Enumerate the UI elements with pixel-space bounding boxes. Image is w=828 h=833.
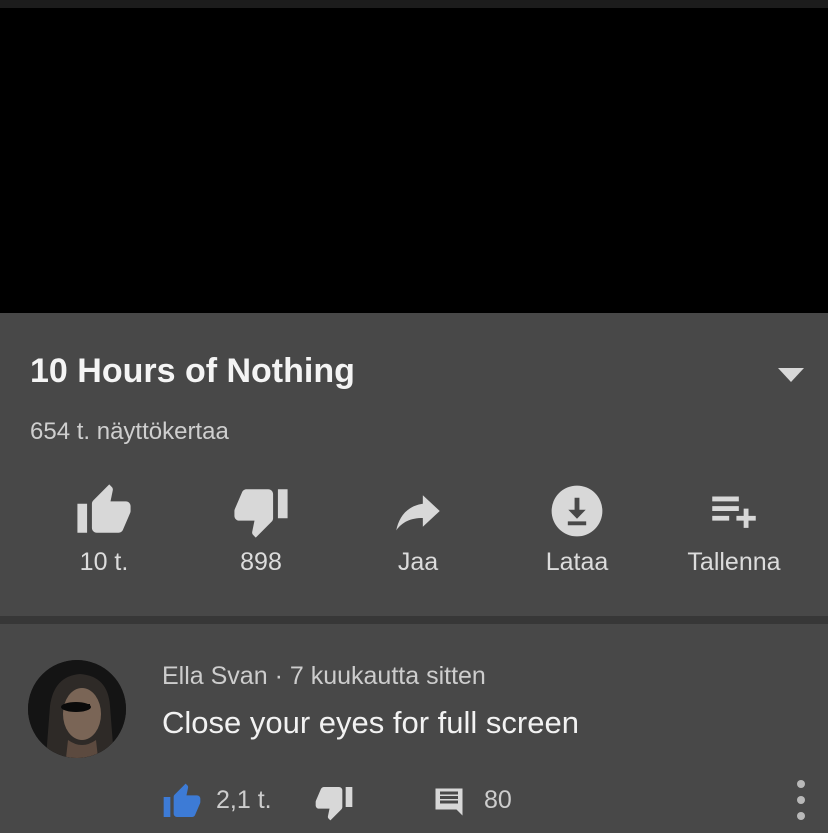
comment-dislike-icon[interactable] (314, 782, 354, 822)
status-strip (0, 0, 828, 8)
more-options-icon[interactable] (786, 772, 816, 828)
comment-like-count: 2,1 t. (216, 786, 272, 814)
view-count: 654 t. näyttökertaa (30, 418, 229, 445)
comment-author[interactable]: Ella Svan (162, 662, 268, 690)
comment-text: Close your eyes for full screen (162, 705, 579, 740)
like-button[interactable]: 10 t. (44, 474, 164, 584)
add-to-playlist-icon (712, 496, 756, 528)
download-icon (551, 485, 603, 537)
download-label: Lataa (545, 548, 609, 576)
download-button[interactable]: Lataa (517, 474, 637, 584)
expand-description-icon[interactable] (776, 366, 806, 384)
share-label: Jaa (397, 548, 439, 576)
video-player[interactable] (0, 8, 828, 313)
share-button[interactable]: Jaa (358, 474, 478, 584)
save-button[interactable]: Tallenna (674, 474, 794, 584)
comment-like-icon[interactable] (162, 782, 202, 822)
video-title: 10 Hours of Nothing (30, 352, 355, 390)
reply-count: 80 (484, 786, 512, 814)
dislike-count: 898 (240, 548, 282, 576)
avatar[interactable] (28, 660, 126, 758)
thumbs-up-icon (77, 484, 131, 533)
section-divider (0, 616, 828, 624)
reply-icon[interactable] (430, 784, 468, 820)
avatar-image (28, 660, 126, 758)
comment-meta: Ella Svan · 7 kuukautta sitten (162, 662, 486, 691)
comment-time: 7 kuukautta sitten (289, 662, 486, 690)
save-label: Tallenna (687, 548, 781, 576)
thumbs-down-icon (234, 489, 288, 538)
dislike-button[interactable]: 898 (201, 474, 321, 584)
meta-separator: · (274, 662, 283, 690)
like-count: 10 t. (79, 548, 129, 576)
share-icon (396, 495, 440, 531)
